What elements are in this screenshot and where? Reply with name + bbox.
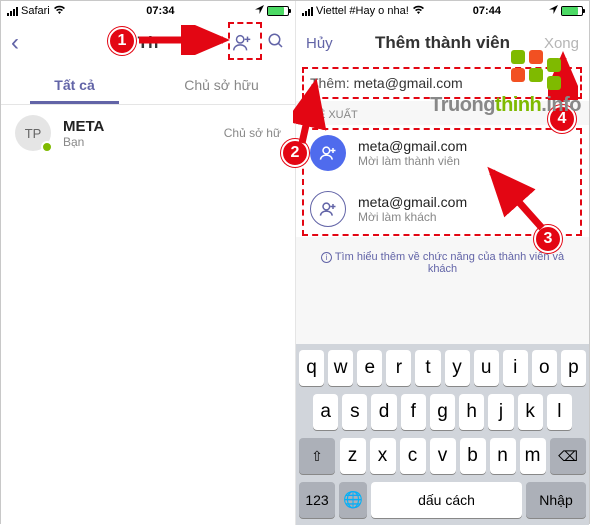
key-t[interactable]: t (415, 350, 440, 386)
tabs: Tất cả Chủ sở hữu (1, 65, 295, 105)
key-y[interactable]: y (445, 350, 470, 386)
avatar: TP (15, 115, 51, 151)
signal-icon (302, 7, 313, 16)
key-z[interactable]: z (340, 438, 366, 474)
carrier-label: Safari (21, 5, 50, 17)
status-bar: Safari 07:34 (1, 1, 295, 21)
add-value: meta@gmail.com (354, 75, 463, 91)
key-o[interactable]: o (532, 350, 557, 386)
shift-key[interactable]: ⇧ (299, 438, 335, 474)
numbers-key[interactable]: 123 (299, 482, 335, 518)
key-j[interactable]: j (488, 394, 513, 430)
key-g[interactable]: g (430, 394, 455, 430)
key-l[interactable]: l (547, 394, 572, 430)
wifi-icon (53, 5, 66, 18)
clock: 07:44 (473, 5, 501, 17)
cancel-button[interactable]: Hủy (306, 35, 333, 52)
add-person-icon[interactable] (231, 32, 253, 54)
wifi-icon (412, 5, 425, 18)
space-key[interactable]: dấu cách (371, 482, 522, 518)
nav-header: ‹ Th (1, 21, 295, 65)
key-b[interactable]: b (460, 438, 486, 474)
key-r[interactable]: r (386, 350, 411, 386)
add-label: Thêm: (310, 75, 350, 91)
key-m[interactable]: m (520, 438, 546, 474)
key-s[interactable]: s (342, 394, 367, 430)
suggestion-name: meta@gmail.com (358, 194, 467, 210)
key-k[interactable]: k (518, 394, 543, 430)
phone-right: Viettel #Hay o nha! 07:44 Hủy Thêm thành… (295, 1, 589, 525)
suggestion-member[interactable]: meta@gmail.com Mời làm thành viên (296, 125, 589, 181)
location-icon (549, 5, 558, 17)
key-a[interactable]: a (313, 394, 338, 430)
globe-key[interactable]: 🌐 (339, 482, 367, 518)
key-u[interactable]: u (474, 350, 499, 386)
clock: 07:34 (146, 5, 174, 17)
location-icon (255, 5, 264, 17)
backspace-key[interactable]: ⌫ (550, 438, 586, 474)
battery-icon (561, 6, 583, 16)
key-v[interactable]: v (430, 438, 456, 474)
signal-icon (7, 7, 18, 16)
key-p[interactable]: p (561, 350, 586, 386)
member-name: META (63, 118, 212, 135)
key-w[interactable]: w (328, 350, 353, 386)
keyboard: qwertyuiop asdfghjkl ⇧ zxcvbnm ⌫ 123 🌐 d… (296, 344, 589, 525)
phone-left: Safari 07:34 ‹ Th (1, 1, 295, 525)
info-icon: i (321, 252, 332, 263)
key-d[interactable]: d (371, 394, 396, 430)
key-n[interactable]: n (490, 438, 516, 474)
presence-icon (41, 141, 53, 153)
add-input-row[interactable]: Thêm: meta@gmail.com (296, 65, 589, 101)
section-suggestions: ĐỀ XUẤT (296, 101, 589, 125)
tab-owners[interactable]: Chủ sở hữu (148, 65, 295, 104)
search-icon[interactable] (267, 32, 285, 55)
back-icon[interactable]: ‹ (11, 29, 19, 57)
done-button[interactable]: Xong (544, 35, 579, 52)
member-role: Chủ sở hữ (224, 126, 281, 140)
enter-key[interactable]: Nhập (526, 482, 586, 518)
suggestion-name: meta@gmail.com (358, 138, 467, 154)
member-sub: Bạn (63, 135, 212, 149)
suggestion-sub: Mời làm thành viên (358, 154, 467, 168)
suggestion-sub: Mời làm khách (358, 210, 467, 224)
nav-header: Hủy Thêm thành viên Xong (296, 21, 589, 65)
tab-all[interactable]: Tất cả (1, 65, 148, 104)
status-bar: Viettel #Hay o nha! 07:44 (296, 1, 589, 21)
key-q[interactable]: q (299, 350, 324, 386)
key-h[interactable]: h (459, 394, 484, 430)
carrier-label: Viettel #Hay o nha! (316, 5, 409, 17)
add-guest-icon (310, 191, 346, 227)
key-c[interactable]: c (400, 438, 426, 474)
member-row[interactable]: TP META Bạn Chủ sở hữ (1, 105, 295, 161)
key-i[interactable]: i (503, 350, 528, 386)
suggestion-guest[interactable]: meta@gmail.com Mời làm khách (296, 181, 589, 237)
key-x[interactable]: x (370, 438, 396, 474)
battery-icon (267, 6, 289, 16)
key-e[interactable]: e (357, 350, 382, 386)
add-member-icon (310, 135, 346, 171)
key-f[interactable]: f (401, 394, 426, 430)
learn-more-link[interactable]: iTìm hiểu thêm về chức năng của thành vi… (296, 237, 589, 289)
